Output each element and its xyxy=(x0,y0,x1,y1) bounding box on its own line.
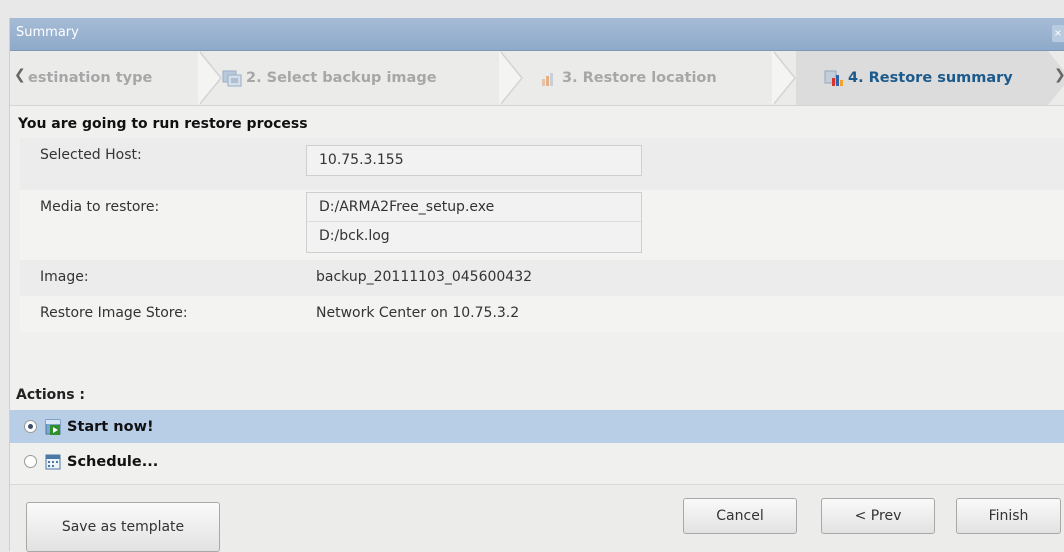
media-list-item: D:/bck.log xyxy=(307,221,641,250)
step-separator xyxy=(198,51,220,105)
schedule-radio[interactable] xyxy=(24,455,37,468)
restore-summary-icon xyxy=(824,70,843,86)
scroll-right-icon[interactable]: ❯ xyxy=(1054,65,1064,85)
wizard-step-label: estination type xyxy=(28,70,153,86)
step-separator xyxy=(499,51,521,105)
media-list: D:/ARMA2Free_setup.exe D:/bck.log xyxy=(306,192,642,253)
action-schedule[interactable]: Schedule... xyxy=(10,445,1064,478)
wizard-step-destination-type[interactable]: estination type xyxy=(28,51,152,105)
wizard-step-label: 3. Restore location xyxy=(562,70,717,86)
image-row: Image: backup_20111103_045600432 xyxy=(20,260,1064,296)
wizard-step-restore-summary[interactable]: 4. Restore summary xyxy=(796,51,1048,105)
step-separator xyxy=(772,51,794,105)
restore-image-store-value: Network Center on 10.75.3.2 xyxy=(316,305,520,321)
image-value: backup_20111103_045600432 xyxy=(316,269,533,285)
media-to-restore-label: Media to restore: xyxy=(40,199,160,215)
schedule-label: Schedule... xyxy=(67,453,159,470)
save-as-template-button[interactable]: Save as template xyxy=(26,502,220,552)
wizard-step-label: 2. Select backup image xyxy=(246,70,437,86)
prev-button[interactable]: < Prev xyxy=(821,498,935,534)
close-icon[interactable]: × xyxy=(1052,25,1064,42)
dialog-title: Summary xyxy=(16,25,79,40)
start-now-icon xyxy=(45,419,61,435)
restore-wizard-dialog: Summary × ❮ estination type 2. Select ba… xyxy=(10,18,1064,552)
wizard-steps-bar: ❮ estination type 2. Select backup image… xyxy=(10,51,1064,106)
summary-heading: You are going to run restore process xyxy=(18,116,308,132)
scroll-left-icon[interactable]: ❮ xyxy=(14,65,26,85)
backup-image-icon xyxy=(222,70,242,87)
selected-host-label: Selected Host: xyxy=(40,147,142,163)
calendar-icon xyxy=(45,454,61,469)
image-label: Image: xyxy=(40,269,89,285)
actions-heading: Actions : xyxy=(16,387,86,403)
wizard-step-select-backup-image[interactable]: 2. Select backup image xyxy=(222,51,437,105)
start-now-label: Start now! xyxy=(67,418,154,435)
restore-image-store-row: Restore Image Store: Network Center on 1… xyxy=(20,296,1064,332)
selected-host-row: Selected Host: 10.75.3.155 xyxy=(20,138,1064,190)
selected-host-field: 10.75.3.155 xyxy=(306,145,642,176)
wizard-step-restore-location[interactable]: 3. Restore location xyxy=(540,51,717,105)
finish-button[interactable]: Finish xyxy=(956,498,1061,534)
wizard-step-label: 4. Restore summary xyxy=(848,70,1013,86)
media-to-restore-row: Media to restore: D:/ARMA2Free_setup.exe… xyxy=(20,190,1064,260)
restore-image-store-label: Restore Image Store: xyxy=(40,305,188,321)
start-now-radio[interactable] xyxy=(24,420,37,433)
restore-location-icon xyxy=(542,73,553,86)
button-bar: Save as template Cancel < Prev Finish xyxy=(10,484,1064,552)
media-list-item: D:/ARMA2Free_setup.exe xyxy=(319,199,495,215)
action-start-now[interactable]: Start now! xyxy=(10,410,1064,443)
dialog-titlebar[interactable]: Summary × xyxy=(10,18,1064,51)
selected-host-value: 10.75.3.155 xyxy=(319,152,404,168)
cancel-button[interactable]: Cancel xyxy=(683,498,797,534)
